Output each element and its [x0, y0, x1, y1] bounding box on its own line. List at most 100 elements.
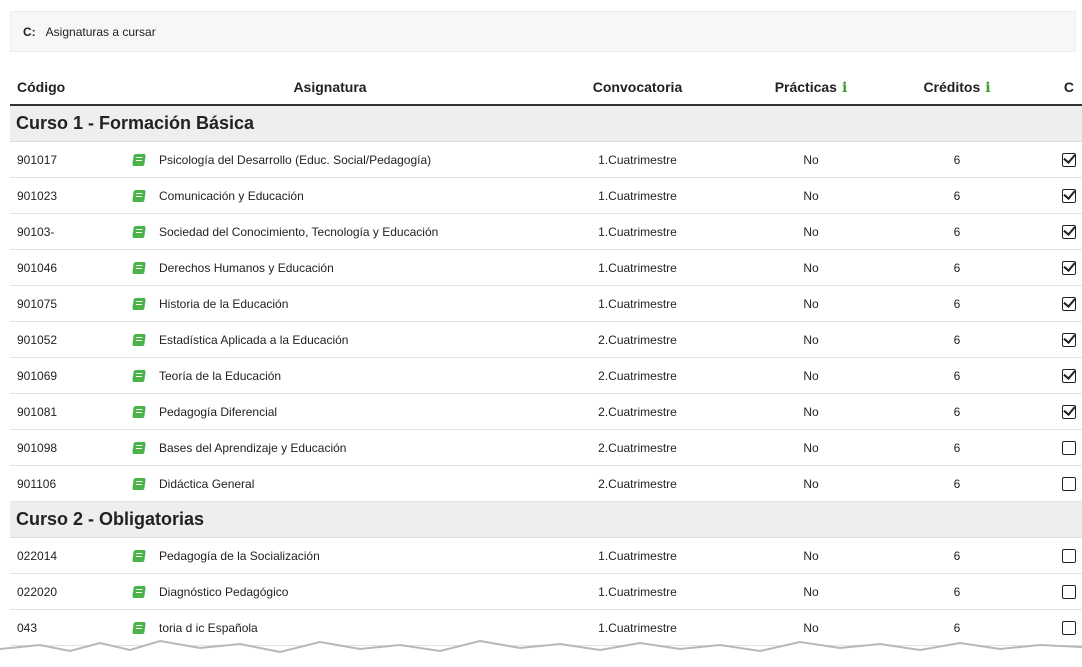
- practicas-cell: No: [735, 429, 887, 466]
- table-row: 022014 Pedagogía de la Socialización 1.Cua…: [10, 537, 1082, 574]
- header-codigo[interactable]: Código: [10, 70, 120, 106]
- book-icon[interactable]: [132, 297, 146, 310]
- practicas-cell: No: [735, 213, 887, 250]
- convocatoria-cell: 1.Cuatrimestre: [540, 573, 735, 610]
- checkbox-cell: [1027, 465, 1082, 502]
- practicas-cell: No: [735, 285, 887, 322]
- subject-name: Psicología del Desarrollo (Educ. Social/…: [159, 152, 432, 167]
- checkbox-icon[interactable]: [1062, 188, 1076, 203]
- book-icon[interactable]: [132, 477, 146, 490]
- subject-cell: Psicología del Desarrollo (Educ. Social/…: [120, 141, 540, 178]
- book-icon[interactable]: [132, 369, 146, 382]
- subject-cell: Pedagogía Diferencial: [120, 393, 540, 430]
- table-row: 901052 Estadística Aplicada a la Educació…: [10, 321, 1082, 358]
- subject-name: Pedagogía Diferencial: [159, 404, 278, 419]
- book-icon[interactable]: [132, 189, 146, 202]
- checkbox-cell: [1027, 177, 1082, 214]
- table-row: 901023 Comunicación y Educación 1.Cuatrime…: [10, 177, 1082, 214]
- subject-cell: Historia de la Educación: [120, 285, 540, 322]
- convocatoria-cell: 1.Cuatrimestre: [540, 141, 735, 178]
- book-icon[interactable]: [132, 621, 146, 634]
- creditos-cell: 6: [887, 393, 1027, 430]
- checkbox-icon[interactable]: [1062, 368, 1076, 383]
- header-practicas[interactable]: Prácticas i: [735, 70, 887, 106]
- practicas-cell: No: [735, 573, 887, 610]
- checkbox-cell: [1027, 141, 1082, 178]
- subject-name: toria d ic Española: [159, 620, 258, 635]
- info-icon[interactable]: i: [985, 80, 990, 96]
- checkbox-cell: [1027, 429, 1082, 466]
- creditos-cell: 6: [887, 177, 1027, 214]
- checkbox-icon[interactable]: [1062, 296, 1076, 311]
- subject-code: 901098: [10, 429, 120, 466]
- info-icon[interactable]: i: [842, 80, 847, 96]
- book-icon[interactable]: [132, 153, 146, 166]
- subject-cell: Bases del Aprendizaje y Educación: [120, 429, 540, 466]
- checkbox-cell: [1027, 213, 1082, 250]
- group-title: Curso 2 - Obligatorias: [10, 501, 1082, 538]
- checkbox-icon[interactable]: [1062, 224, 1076, 239]
- book-icon[interactable]: [132, 225, 146, 238]
- torn-edge: [0, 639, 1082, 667]
- subject-name: Historia de la Educación: [159, 296, 289, 311]
- header-practicas-label: Prácticas: [774, 78, 837, 95]
- subject-code: 901075: [10, 285, 120, 322]
- convocatoria-cell: 2.Cuatrimestre: [540, 393, 735, 430]
- checkbox-icon[interactable]: [1062, 404, 1076, 419]
- checkbox-icon[interactable]: [1062, 440, 1076, 455]
- creditos-cell: 6: [887, 285, 1027, 322]
- subject-code: 901046: [10, 249, 120, 286]
- checkbox-icon[interactable]: [1062, 476, 1076, 491]
- convocatoria-cell: 1.Cuatrimestre: [540, 177, 735, 214]
- practicas-cell: No: [735, 321, 887, 358]
- subject-cell: Teoría de la Educación: [120, 357, 540, 394]
- book-icon[interactable]: [132, 333, 146, 346]
- table-header-row: Código Asignatura Convocatoria Prácticas…: [10, 70, 1082, 106]
- checkbox-icon[interactable]: [1062, 584, 1076, 599]
- header-c[interactable]: C: [1027, 70, 1082, 106]
- checkbox-cell: [1027, 285, 1082, 322]
- checkbox-icon[interactable]: [1062, 548, 1076, 563]
- creditos-cell: 6: [887, 357, 1027, 394]
- checkbox-cell: [1027, 321, 1082, 358]
- subject-name: Pedagogía de la Socialización: [159, 548, 320, 563]
- subject-cell: Comunicación y Educación: [120, 177, 540, 214]
- checkbox-cell: [1027, 573, 1082, 610]
- creditos-cell: 6: [887, 573, 1027, 610]
- table-row: 90103- Sociedad del Conocimiento, Tecnolo…: [10, 213, 1082, 250]
- creditos-cell: 6: [887, 249, 1027, 286]
- subject-name: Bases del Aprendizaje y Educación: [159, 440, 347, 455]
- creditos-cell: 6: [887, 213, 1027, 250]
- checkbox-icon[interactable]: [1062, 152, 1076, 167]
- subject-name: Didáctica General: [159, 476, 255, 491]
- practicas-cell: No: [735, 537, 887, 574]
- header-convocatoria[interactable]: Convocatoria: [540, 70, 735, 106]
- creditos-cell: 6: [887, 321, 1027, 358]
- book-icon[interactable]: [132, 405, 146, 418]
- book-icon[interactable]: [132, 441, 146, 454]
- table-row: 901069 Teoría de la Educación 2.Cuatrimest…: [10, 357, 1082, 394]
- checkbox-icon[interactable]: [1062, 260, 1076, 275]
- book-icon[interactable]: [132, 585, 146, 598]
- table-row: 022020 Diagnóstico Pedagógico 1.Cuatrimest…: [10, 573, 1082, 610]
- table-row: 901081 Pedagogía Diferencial 2.Cuatrimestr…: [10, 393, 1082, 430]
- subjects-table-wrapper: Código Asignatura Convocatoria Prácticas…: [10, 70, 1082, 646]
- subject-code: 022014: [10, 537, 120, 574]
- table-body: Curso 1 - Formación Básica 901017 Psicolog…: [10, 105, 1082, 646]
- checkbox-icon[interactable]: [1062, 332, 1076, 347]
- convocatoria-cell: 1.Cuatrimestre: [540, 537, 735, 574]
- subject-cell: Derechos Humanos y Educación: [120, 249, 540, 286]
- header-asignatura[interactable]: Asignatura: [120, 70, 540, 106]
- creditos-cell: 6: [887, 465, 1027, 502]
- legend-description: Asignaturas a cursar: [45, 24, 156, 39]
- subject-name: Sociedad del Conocimiento, Tecnología y …: [159, 224, 439, 239]
- group-header-row: Curso 1 - Formación Básica: [10, 105, 1082, 142]
- subject-code: 901023: [10, 177, 120, 214]
- checkbox-cell: [1027, 357, 1082, 394]
- book-icon[interactable]: [132, 549, 146, 562]
- checkbox-icon[interactable]: [1062, 620, 1076, 635]
- book-icon[interactable]: [132, 261, 146, 274]
- header-creditos[interactable]: Créditos i: [887, 70, 1027, 106]
- legend-code: C:: [23, 24, 36, 39]
- table-row: 901046 Derechos Humanos y Educación 1.Cuat…: [10, 249, 1082, 286]
